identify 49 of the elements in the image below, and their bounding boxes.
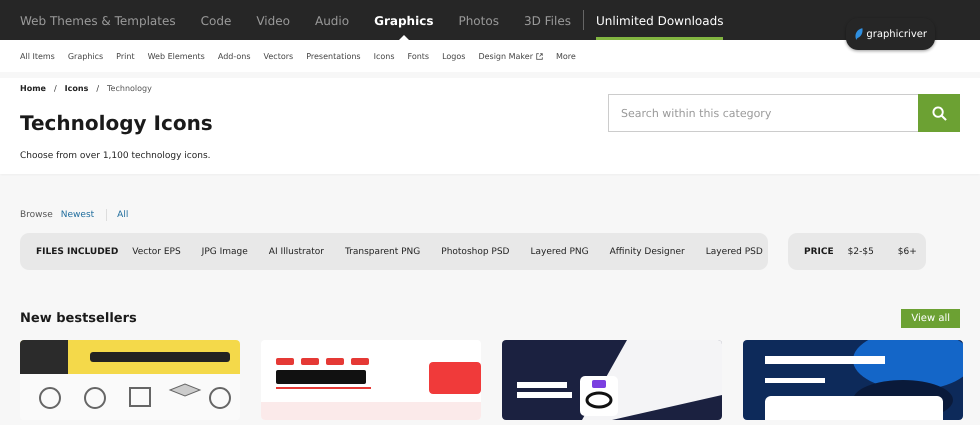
category-link[interactable]: Presentations (306, 52, 361, 60)
category-link[interactable]: All Items (20, 52, 55, 60)
filter-label: PRICE (804, 246, 834, 256)
logo-text: graphicriver (866, 28, 927, 40)
external-link-icon (536, 52, 543, 60)
category-link[interactable]: Design Maker (478, 52, 543, 60)
search-icon (932, 106, 946, 120)
filter-option[interactable]: Layered PNG (530, 246, 589, 256)
browse-label: Browse (20, 210, 53, 220)
filter-option[interactable]: Transparent PNG (344, 246, 420, 256)
filter-option[interactable]: Affinity Designer (610, 246, 685, 256)
nav-tab[interactable]: Photos (458, 0, 499, 40)
filter-option[interactable]: Photoshop PSD (441, 246, 510, 256)
category-link[interactable]: Print (116, 52, 135, 60)
search-field[interactable]: Search within this category (608, 94, 918, 132)
filter-option[interactable]: AI Illustrator (268, 246, 324, 256)
nav-tab[interactable]: 3D Files (524, 0, 571, 40)
category-link[interactable]: Icons (374, 52, 394, 60)
filter-option[interactable]: JPG Image (202, 246, 248, 256)
filter-option[interactable]: $6+ (898, 246, 917, 256)
page-subtitle: Choose from over 1,100 technology icons. (20, 151, 212, 161)
category-link[interactable]: Vectors (264, 52, 294, 60)
nav-tab[interactable]: Video (256, 0, 290, 40)
category-link[interactable]: More (556, 52, 576, 60)
category-link[interactable]: Logos (442, 52, 466, 60)
leaf-icon (854, 27, 864, 41)
nav-tab[interactable]: Code (200, 0, 232, 40)
nav-tab[interactable]: Audio (314, 0, 350, 40)
breadcrumb-separator: / (96, 84, 100, 93)
filter-option[interactable]: Layered PSD (706, 246, 763, 256)
category-link[interactable]: Add-ons (218, 52, 251, 60)
search-button[interactable] (918, 94, 960, 132)
breadcrumb-separator: / (54, 84, 57, 93)
browse-link[interactable]: Newest (60, 210, 94, 220)
browse-link[interactable]: All (117, 210, 128, 220)
category-link[interactable]: Graphics (68, 52, 104, 60)
nav-tab[interactable]: Web Themes & Templates (20, 0, 176, 40)
filter-option[interactable]: $2-$5 (848, 246, 874, 256)
filter-label: FILES INCLUDED (36, 246, 118, 256)
section-title: New bestsellers (20, 310, 137, 326)
page-title: Technology Icons (20, 111, 213, 135)
breadcrumb-link[interactable]: Home (20, 84, 46, 93)
filter-option[interactable]: Vector EPS (132, 246, 181, 256)
nav-tab[interactable]: Graphics (374, 0, 434, 40)
breadcrumb-link[interactable]: Icons (64, 84, 88, 93)
category-link[interactable]: Fonts (408, 52, 430, 60)
category-link[interactable]: Web Elements (148, 52, 205, 60)
logo-badge[interactable]: graphicriver (846, 18, 935, 50)
breadcrumb-link[interactable]: Technology (107, 84, 152, 93)
